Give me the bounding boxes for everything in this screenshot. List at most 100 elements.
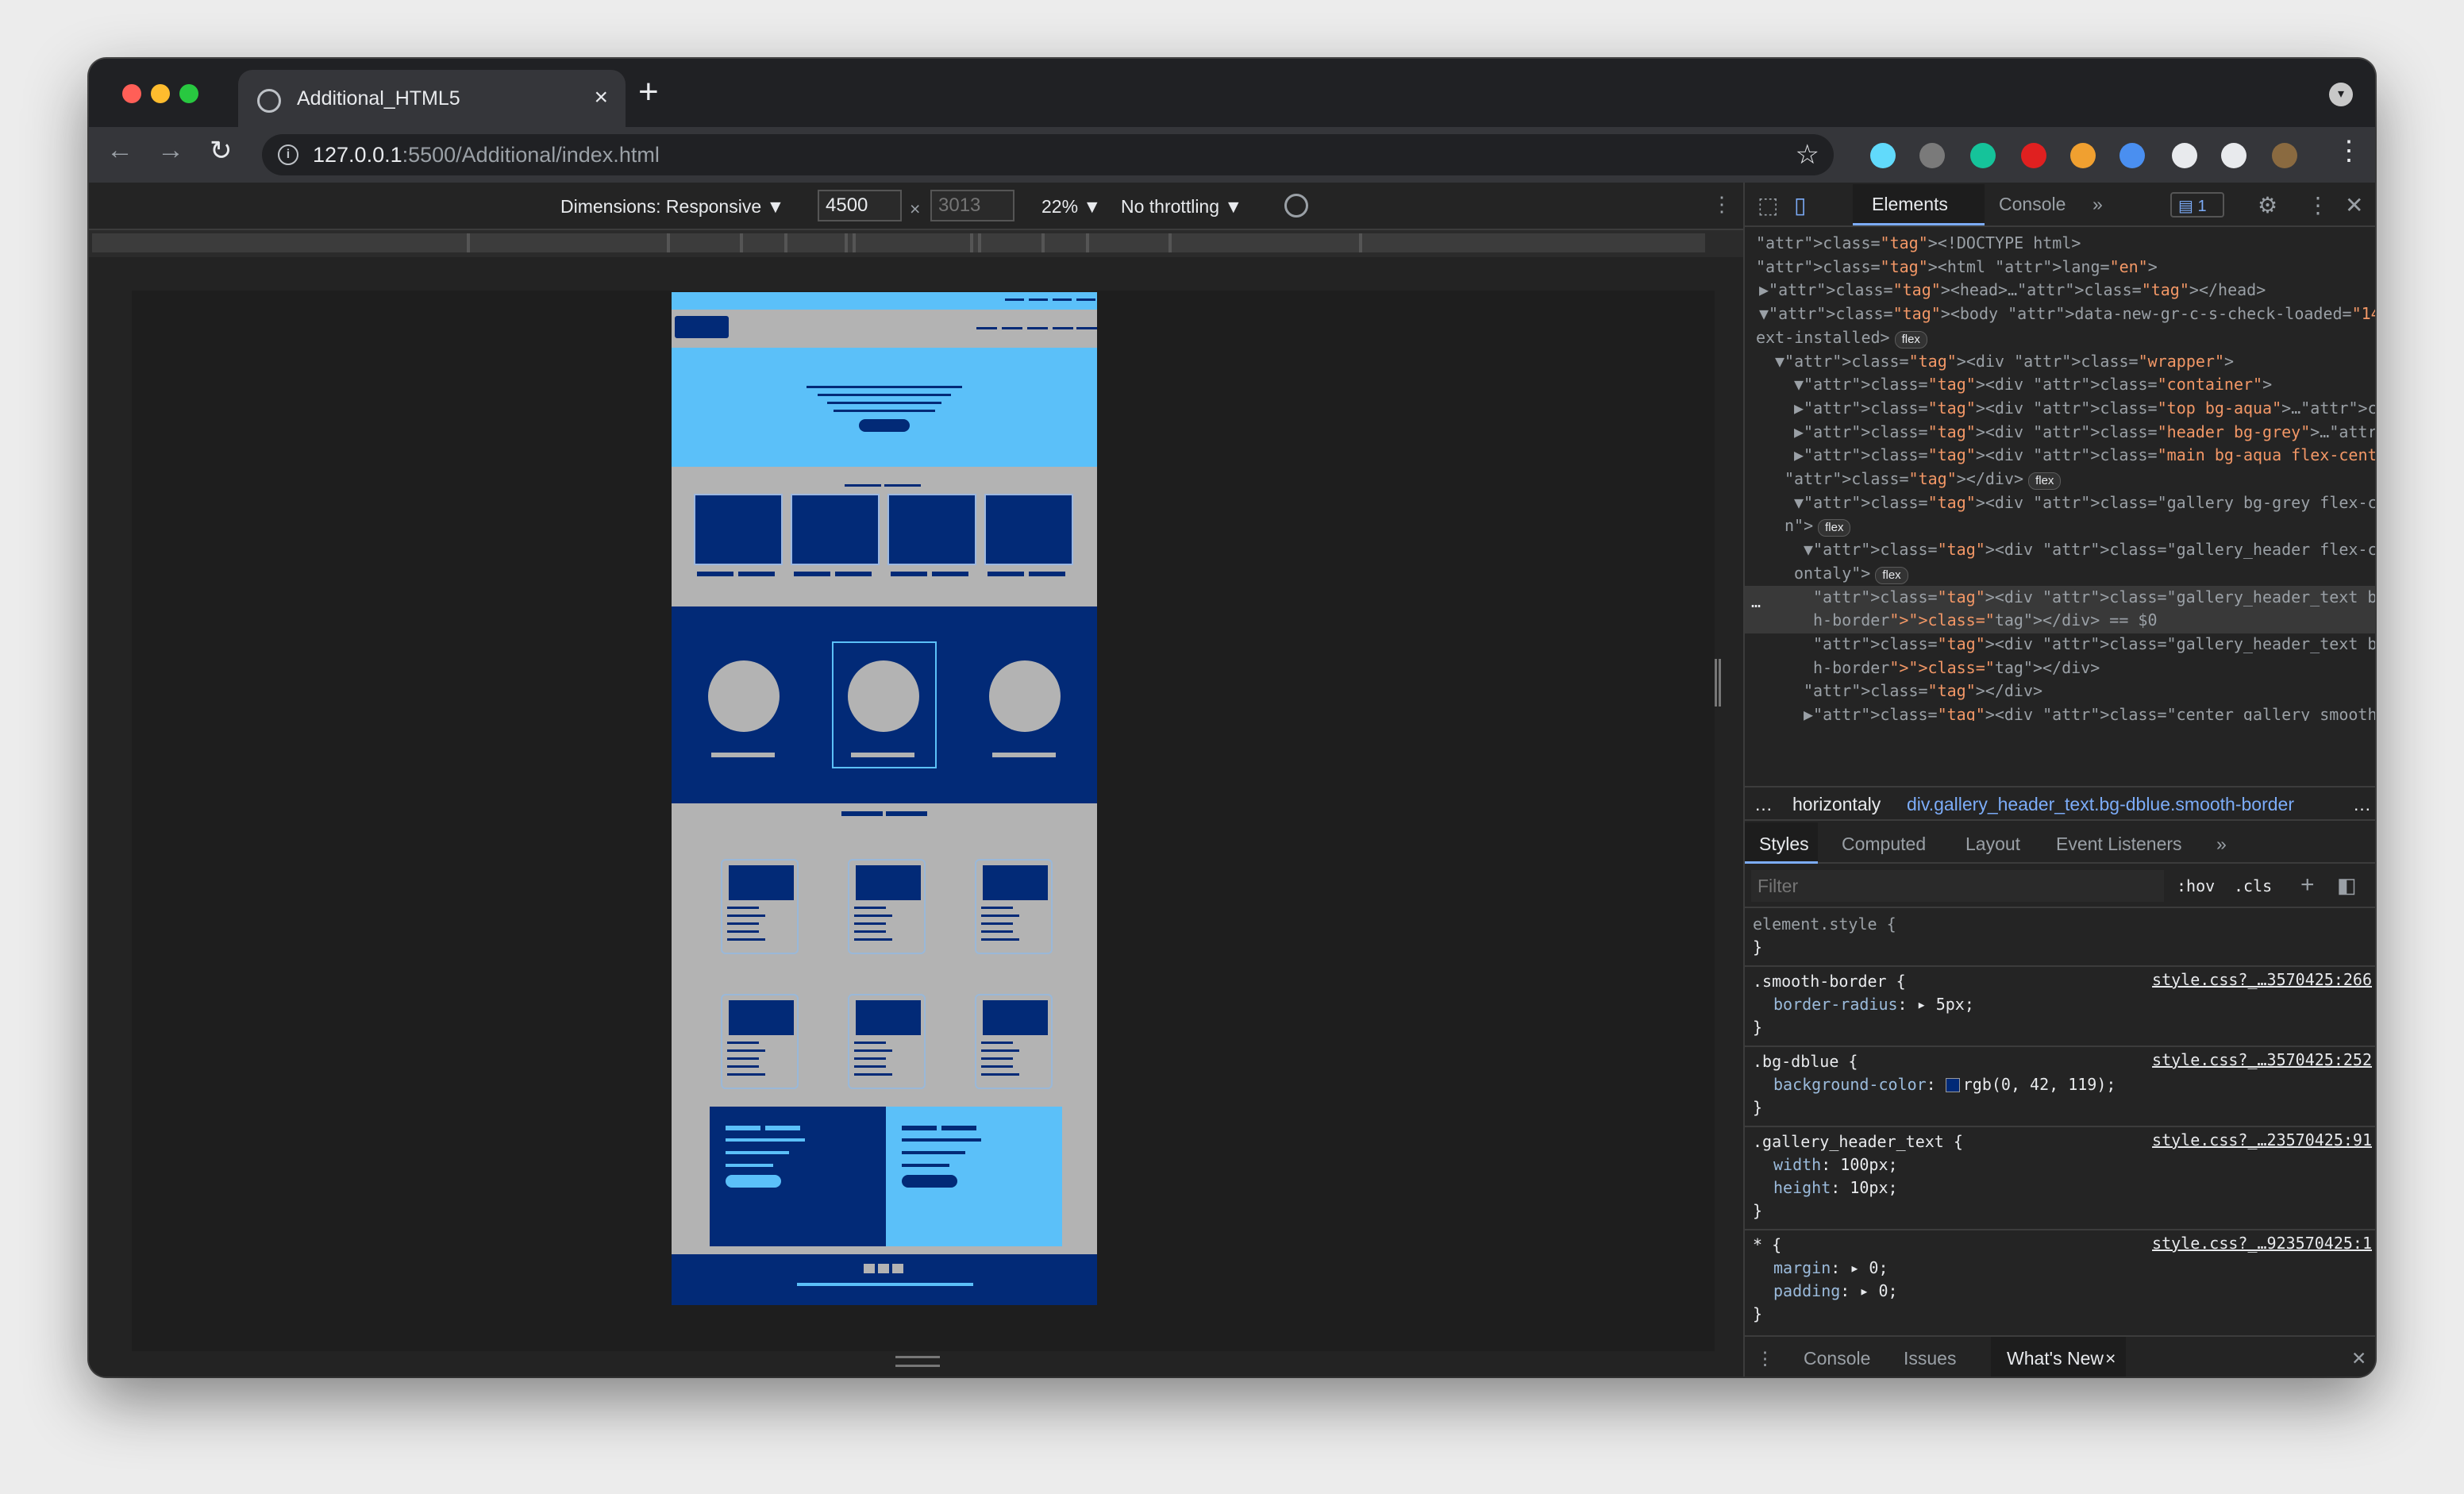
close-devtools-icon[interactable]: ✕: [2345, 192, 2363, 218]
dom-node-line[interactable]: "attr">class="tag"><html "attr">lang="en…: [1756, 256, 2158, 279]
address-bar[interactable]: i 127.0.0.1:5500/Additional/index.html ☆: [262, 134, 1834, 175]
new-rule-icon[interactable]: +: [2300, 872, 2315, 899]
dom-node-line[interactable]: ▶"attr">class="tag"><div "attr">class="c…: [1804, 703, 2375, 721]
css-source-link[interactable]: style.css?_…23570425:91: [2152, 1130, 2372, 1149]
breadcrumb-ellipsis[interactable]: …: [1754, 794, 1773, 815]
profile-avatar[interactable]: [2272, 143, 2297, 168]
height-input[interactable]: [930, 190, 1014, 221]
breadcrumb-item-current[interactable]: div.gallery_header_text.bg-dblue.smooth-…: [1907, 794, 2294, 815]
bookmark-star-icon[interactable]: ☆: [1796, 139, 1819, 171]
css-selector[interactable]: .gallery_header_text {: [1753, 1130, 1963, 1153]
more-tabs-icon[interactable]: »: [2092, 194, 2103, 215]
dom-node-line[interactable]: ▶"attr">class="tag"><div "attr">class="m…: [1794, 444, 2375, 468]
grammarly-icon[interactable]: [1970, 143, 1996, 168]
css-source-link[interactable]: style.css?_…3570425:252: [2152, 1050, 2372, 1069]
dom-node-line[interactable]: ▼"attr">class="tag"><div "attr">class="c…: [1794, 373, 2272, 397]
back-icon[interactable]: ←: [106, 135, 133, 166]
dom-node-line[interactable]: ▼"attr">class="tag"><div "attr">class="w…: [1775, 350, 2234, 374]
url-text[interactable]: 127.0.0.1:5500/Additional/index.html: [313, 143, 660, 167]
ublock-icon[interactable]: [2021, 143, 2046, 168]
puzzle-icon[interactable]: [2172, 143, 2197, 168]
dom-node-line[interactable]: ▼"attr">class="tag"><div "attr">class="g…: [1804, 538, 2375, 562]
audio-ext-icon[interactable]: [2119, 143, 2145, 168]
hov-toggle[interactable]: :hov: [2177, 876, 2215, 895]
close-tab-icon[interactable]: ×: [594, 84, 608, 111]
dom-node-line[interactable]: h-border">">class="tag"></div>: [1813, 657, 2100, 680]
breadcrumb-ellipsis[interactable]: …: [2353, 794, 2371, 815]
json-viewer-icon[interactable]: [1919, 143, 1945, 168]
chrome-menu-icon[interactable]: ⋮: [2335, 135, 2362, 167]
dom-node-line[interactable]: ▶"attr">class="tag"><head>…"attr">class=…: [1759, 279, 2266, 302]
media-query-range[interactable]: [92, 233, 1705, 252]
dom-node-line[interactable]: ▼"attr">class="tag"><body "attr">data-ne…: [1759, 302, 2375, 326]
flex-badge[interactable]: flex: [1894, 330, 1927, 348]
css-declaration[interactable]: height: 10px;: [1773, 1176, 1898, 1199]
new-tab-button[interactable]: +: [638, 75, 659, 110]
close-drawer-icon[interactable]: ✕: [2351, 1348, 2366, 1369]
more-subtabs-icon[interactable]: »: [2216, 834, 2227, 855]
dom-node-line[interactable]: "attr">class="tag"><div "attr">class="ga…: [1813, 633, 2375, 657]
tab-styles[interactable]: Styles: [1759, 834, 1809, 855]
drawer-menu-icon[interactable]: ⋮: [1756, 1348, 1774, 1369]
dom-node-line[interactable]: ▼"attr">class="tag"><div "attr">class="g…: [1794, 491, 2375, 515]
zoom-dropdown[interactable]: 22% ▼: [1041, 196, 1101, 218]
reload-icon[interactable]: ↻: [210, 135, 233, 167]
dom-node-line[interactable]: n"> flex: [1784, 514, 1851, 538]
cls-toggle[interactable]: .cls: [2234, 876, 2272, 895]
dom-node-line[interactable]: ▶"attr">class="tag"><div "attr">class="t…: [1794, 397, 2375, 421]
css-source-link[interactable]: style.css?_…923570425:1: [2152, 1234, 2372, 1253]
dom-node-line[interactable]: ▶"attr">class="tag"><div "attr">class="h…: [1794, 421, 2375, 445]
css-declaration[interactable]: width: 100px;: [1773, 1153, 1898, 1176]
css-selector[interactable]: element.style {: [1753, 913, 1896, 936]
css-declaration[interactable]: padding: ▸ 0;: [1773, 1280, 1898, 1303]
css-declaration[interactable]: border-radius: ▸ 5px;: [1773, 993, 1974, 1016]
filter-input[interactable]: [1751, 870, 2164, 902]
incognito-ext-icon[interactable]: [2070, 143, 2096, 168]
breadcrumb-item[interactable]: horizontaly: [1792, 794, 1881, 815]
css-selector[interactable]: .smooth-border {: [1753, 970, 1906, 993]
dom-node-line[interactable]: ontaly"> flex: [1794, 562, 1908, 586]
gear-icon[interactable]: ⚙: [2258, 192, 2277, 218]
media-control-icon[interactable]: [2221, 143, 2246, 168]
throttling-dropdown[interactable]: No throttling ▼: [1121, 196, 1242, 218]
close-whats-new-icon[interactable]: ×: [2105, 1348, 2116, 1369]
drawer-tab-whats-new[interactable]: What's New: [2007, 1348, 2104, 1369]
bottom-resize-handle[interactable]: [895, 1356, 940, 1367]
zoom-window-button[interactable]: [179, 84, 198, 103]
rotate-icon[interactable]: [1284, 194, 1308, 218]
site-info-icon[interactable]: i: [278, 144, 298, 165]
tab-event-listeners[interactable]: Event Listeners: [2056, 834, 2182, 855]
inspect-element-icon[interactable]: ⬚: [1758, 192, 1778, 218]
tab-computed[interactable]: Computed: [1842, 834, 1926, 855]
tab-search-icon[interactable]: ▾: [2329, 83, 2353, 106]
dom-node-line[interactable]: ext-installed> flex: [1756, 326, 1927, 350]
device-toggle-icon[interactable]: ▯: [1794, 192, 1806, 218]
drawer-tab-console[interactable]: Console: [1804, 1348, 1870, 1369]
selected-node-ellipsis[interactable]: …: [1751, 591, 1761, 614]
css-selector[interactable]: * {: [1753, 1234, 1781, 1257]
css-source-link[interactable]: style.css?_…3570425:266: [2152, 970, 2372, 989]
dom-node-line[interactable]: "attr">class="tag"><div "attr">class="ga…: [1813, 586, 2375, 610]
dom-node-line[interactable]: h-border">">class="tag"></div> == $0: [1813, 609, 2158, 633]
drawer-tab-issues[interactable]: Issues: [1904, 1348, 1956, 1369]
tab-layout[interactable]: Layout: [1965, 834, 2020, 855]
dimensions-dropdown[interactable]: Dimensions: Responsive ▼: [560, 196, 784, 218]
device-toolbar-menu-icon[interactable]: ⋮: [1711, 192, 1732, 217]
close-window-button[interactable]: [122, 84, 141, 103]
forward-icon[interactable]: →: [157, 135, 184, 166]
css-selector[interactable]: .bg-dblue {: [1753, 1050, 1858, 1073]
dom-node-line[interactable]: "attr">class="tag"></div>: [1804, 680, 2042, 703]
css-declaration[interactable]: margin: ▸ 0;: [1773, 1257, 1888, 1280]
width-input[interactable]: [818, 190, 902, 221]
issues-counter-button[interactable]: ▤ 1: [2170, 192, 2224, 218]
devtools-menu-icon[interactable]: ⋮: [2307, 192, 2329, 218]
dom-node-line[interactable]: "attr">class="tag"></div> flex: [1784, 468, 2062, 491]
react-devtools-icon[interactable]: [1870, 143, 1896, 168]
css-declaration[interactable]: background-color: rgb(0, 42, 119);: [1773, 1073, 2116, 1096]
minimize-window-button[interactable]: [151, 84, 170, 103]
sidebar-toggle-icon[interactable]: ◧: [2337, 873, 2357, 898]
right-resize-handle[interactable]: [1715, 659, 1721, 707]
tab-console[interactable]: Console: [1999, 194, 2066, 215]
flex-badge[interactable]: flex: [1875, 566, 1908, 584]
browser-tab[interactable]: Additional_HTML5 ×: [238, 70, 626, 129]
